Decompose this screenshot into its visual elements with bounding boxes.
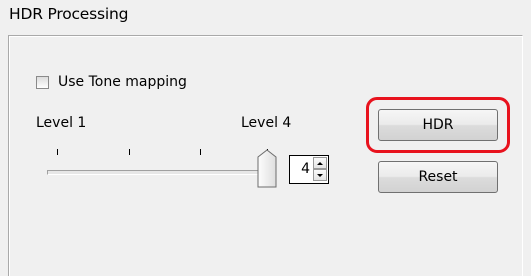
spin-down-button[interactable] [313, 169, 327, 181]
hdr-button[interactable]: HDR [378, 109, 498, 141]
chevron-up-icon [317, 161, 323, 165]
tone-mapping-label: Use Tone mapping [58, 74, 187, 90]
level-slider-thumb[interactable] [256, 149, 278, 189]
level-spinner[interactable]: 4 [289, 155, 329, 184]
spin-up-button[interactable] [313, 157, 327, 169]
tone-mapping-option[interactable]: Use Tone mapping [36, 72, 187, 92]
slider-min-label: Level 1 [36, 115, 87, 131]
dialog-title: HDR Processing [9, 5, 129, 23]
slider-tick [129, 149, 130, 155]
slider-max-label: Level 4 [241, 115, 292, 131]
chevron-down-icon [317, 173, 323, 177]
level-spinner-value[interactable]: 4 [301, 161, 310, 177]
slider-tick [200, 149, 201, 155]
slider-tick [57, 149, 58, 155]
reset-button[interactable]: Reset [378, 161, 498, 193]
level-slider-track[interactable] [47, 170, 275, 175]
tone-mapping-checkbox[interactable] [36, 75, 49, 89]
